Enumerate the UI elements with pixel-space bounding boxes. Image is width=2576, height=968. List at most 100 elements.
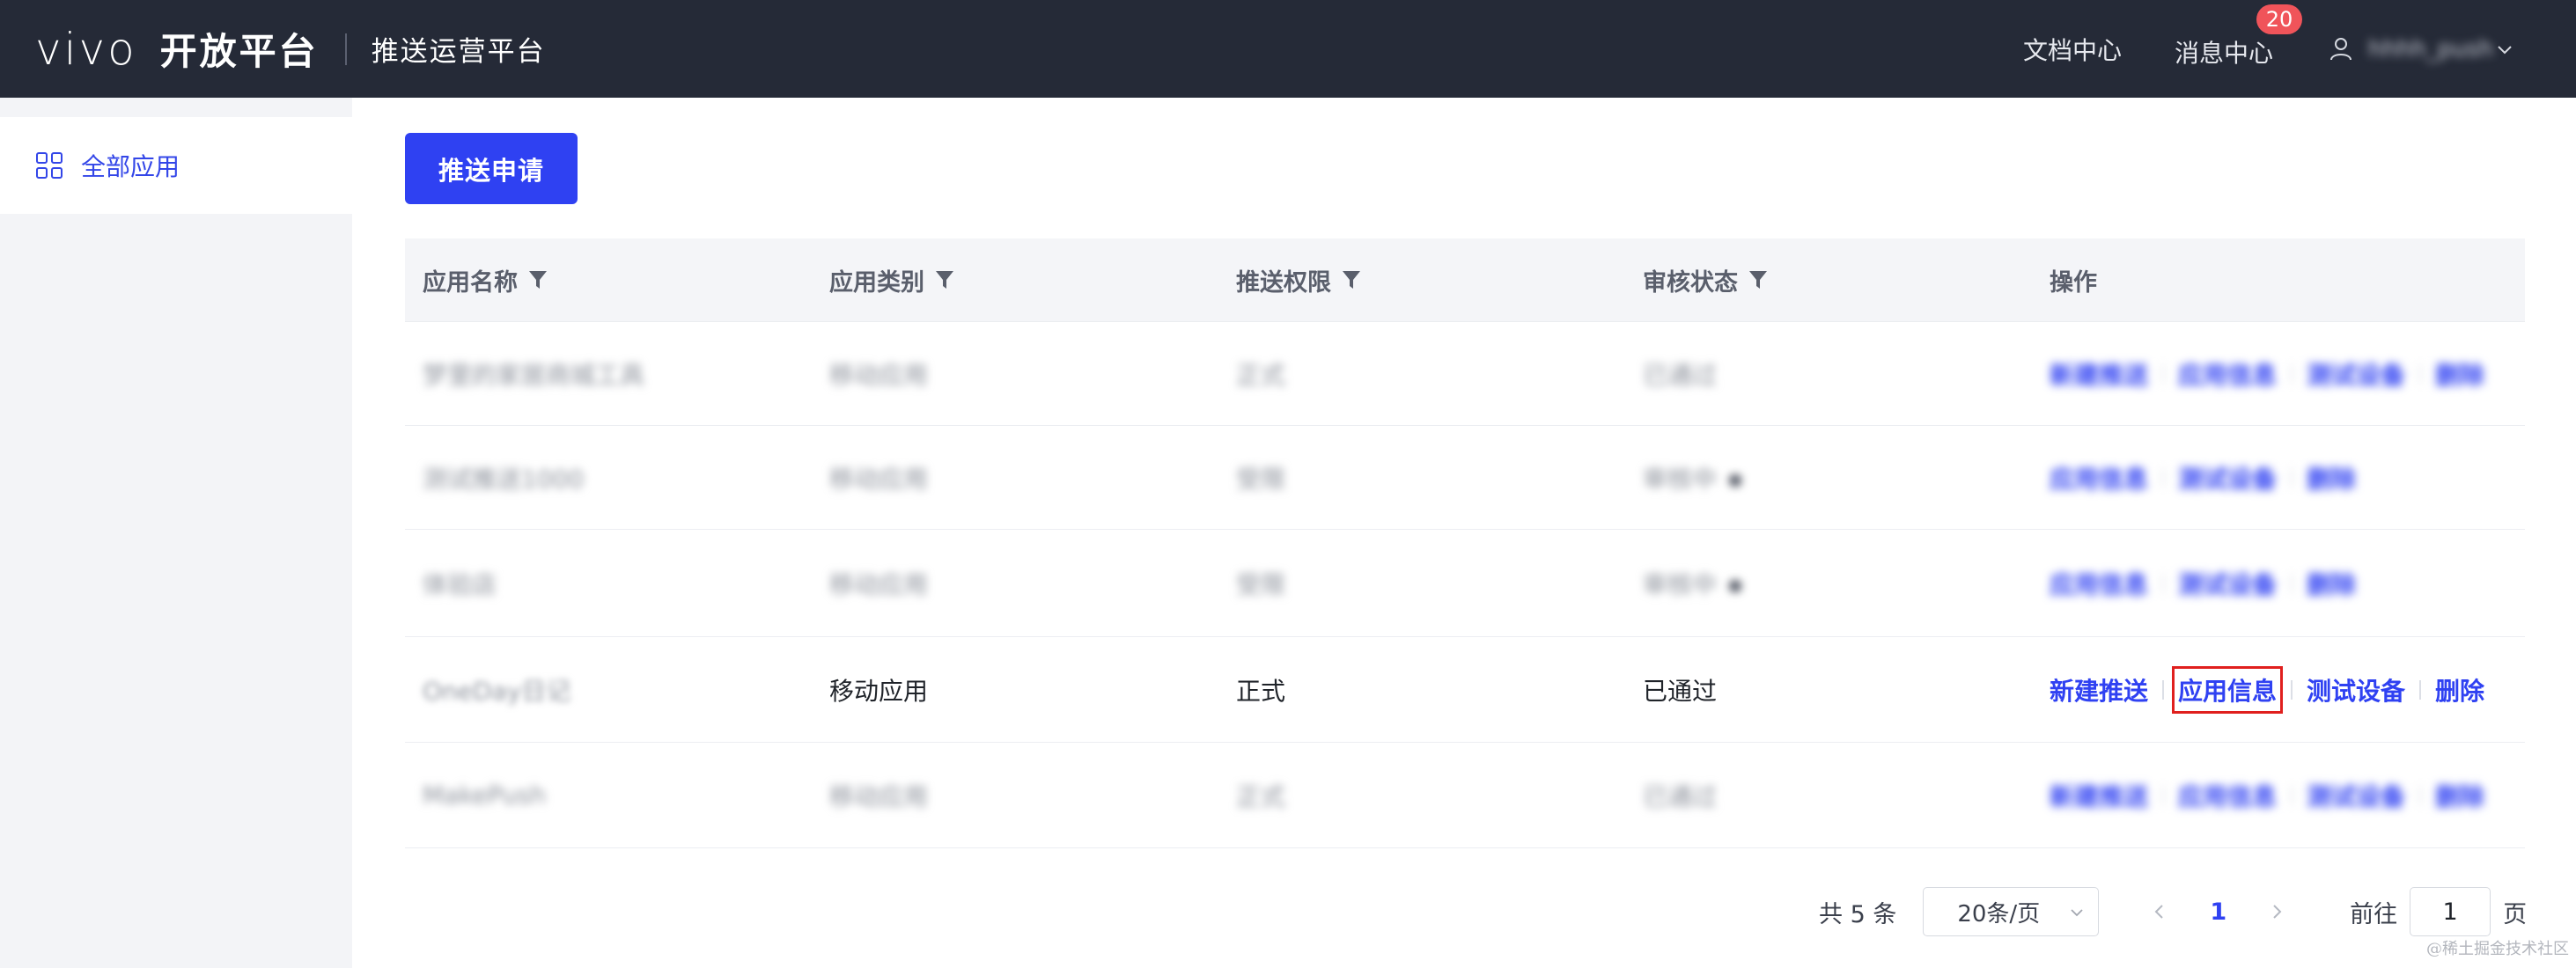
apps-table: 应用名称 应用类别 推送权限 审核状态 操作 梦里的家居商城工具 移动应用 正式…: [405, 238, 2525, 848]
platform-title: 推送运营平台: [371, 36, 546, 68]
cell-review-status: 已通过: [1643, 676, 1718, 706]
sidebar-item-all-apps[interactable]: 全部应用: [0, 117, 352, 214]
delete-link[interactable]: 删除: [2435, 356, 2484, 392]
header-label: 审核状态: [1643, 268, 1738, 297]
cell-actions: 新建推送 应用信息 测试设备 删除: [2032, 665, 2525, 714]
header-app-name: 应用名称: [405, 263, 812, 297]
status-text: 审核中: [1643, 464, 1718, 494]
cell-app-name: MakePush: [423, 781, 547, 810]
new-push-link[interactable]: 新建推送: [2050, 778, 2148, 813]
table-row: 体验店 移动应用 受限 审核中 应用信息 测试设备 删除: [405, 530, 2525, 637]
user-icon: [2330, 37, 2352, 60]
header-label: 推送权限: [1236, 268, 1331, 297]
prev-page-icon[interactable]: [2150, 902, 2169, 921]
app-info-link[interactable]: 应用信息: [2172, 665, 2284, 714]
delete-link[interactable]: 删除: [2435, 672, 2484, 708]
cell-app-category: 移动应用: [829, 360, 929, 390]
app-info-link[interactable]: 应用信息: [2178, 778, 2277, 813]
new-push-link[interactable]: 新建推送: [2050, 672, 2148, 708]
cell-app-name: 梦里的家居商城工具: [423, 360, 645, 390]
cell-review-status: 审核中: [1625, 566, 2032, 601]
test-device-link[interactable]: 测试设备: [2307, 672, 2405, 708]
action-divider: [2162, 679, 2165, 700]
push-apply-button[interactable]: 推送申请: [405, 133, 578, 204]
action-divider: [2419, 363, 2422, 384]
delete-link[interactable]: 删除: [2307, 460, 2356, 495]
delete-link[interactable]: 删除: [2435, 778, 2484, 813]
app-info-link[interactable]: 应用信息: [2050, 566, 2148, 601]
top-bar: vivo 开放平台 推送运营平台 文档中心 消息中心 20 hhhh_push: [0, 0, 2576, 98]
test-device-link[interactable]: 测试设备: [2178, 460, 2277, 495]
cell-actions: 应用信息 测试设备 删除: [2032, 566, 2525, 601]
action-divider: [2162, 573, 2165, 593]
message-count-badge: 20: [2256, 4, 2302, 34]
cell-app-name: 测试推送1000: [423, 464, 585, 494]
header-actions: 操作: [2032, 263, 2525, 297]
cell-app-category: 移动应用: [829, 569, 929, 599]
cell-push-permission: 正式: [1236, 676, 1286, 706]
new-push-link[interactable]: 新建推送: [2050, 356, 2148, 392]
status-indicator: [1729, 579, 1742, 592]
goto-page-input[interactable]: [2410, 887, 2491, 936]
action-divider: [2162, 363, 2165, 384]
page-number[interactable]: 1: [2210, 898, 2226, 926]
nav-messages-link[interactable]: 消息中心 20: [2174, 4, 2302, 70]
page-size-select[interactable]: 20条/页: [1923, 887, 2100, 936]
app-info-link[interactable]: 应用信息: [2050, 460, 2148, 495]
filter-icon[interactable]: [528, 269, 548, 290]
table-row: MakePush 移动应用 正式 已通过 新建推送 应用信息 测试设备 删除: [405, 743, 2525, 848]
nav-messages-label: 消息中心: [2174, 38, 2273, 68]
nav-docs-link[interactable]: 文档中心: [2023, 32, 2122, 67]
page-unit-label: 页: [2503, 900, 2528, 928]
cell-review-status: 已通过: [1643, 360, 1718, 390]
action-divider: [2291, 679, 2293, 700]
cell-push-permission: 受限: [1236, 569, 1286, 599]
cell-push-permission: 正式: [1236, 781, 1286, 811]
action-divider: [2291, 573, 2293, 593]
header-label: 操作: [2050, 268, 2097, 297]
grid-icon: [36, 152, 63, 179]
action-divider: [2419, 785, 2422, 805]
sidebar: 全部应用: [0, 98, 352, 968]
filter-icon[interactable]: [1748, 269, 1768, 290]
next-page-icon[interactable]: [2267, 902, 2286, 921]
action-divider: [2291, 363, 2293, 384]
vivo-logo: vivo: [35, 23, 137, 75]
status-indicator: [1729, 473, 1742, 487]
cell-push-permission: 正式: [1236, 360, 1286, 390]
watermark: @稀土掘金技术社区: [2426, 940, 2569, 958]
test-device-link[interactable]: 测试设备: [2178, 566, 2277, 601]
table-row: 测试推送1000 移动应用 受限 审核中 应用信息 测试设备 删除: [405, 426, 2525, 530]
test-device-link[interactable]: 测试设备: [2307, 356, 2405, 392]
table-row: 梦里的家居商城工具 移动应用 正式 已通过 新建推送 应用信息 测试设备 删除: [405, 322, 2525, 426]
cell-actions: 新建推送 应用信息 测试设备 删除: [2032, 778, 2525, 813]
cell-actions: 新建推送 应用信息 测试设备 删除: [2032, 356, 2525, 392]
sidebar-item-label: 全部应用: [81, 152, 180, 181]
header-label: 应用类别: [829, 268, 924, 297]
total-count: 共 5 条: [1819, 900, 1897, 928]
chevron-down-icon: [2071, 909, 2083, 917]
cell-review-status: 已通过: [1643, 781, 1718, 811]
header-app-category: 应用类别: [812, 263, 1218, 297]
action-divider: [2162, 467, 2165, 488]
app-info-link[interactable]: 应用信息: [2178, 356, 2277, 392]
cell-review-status: 审核中: [1625, 460, 2032, 495]
filter-icon[interactable]: [935, 269, 954, 290]
chevron-down-icon: [2498, 45, 2512, 54]
logo[interactable]: vivo 开放平台: [35, 0, 319, 98]
action-divider: [2162, 785, 2165, 805]
header-divider: [344, 33, 347, 65]
header-review-status: 审核状态: [1625, 263, 2032, 297]
cell-push-permission: 受限: [1236, 464, 1286, 494]
test-device-link[interactable]: 测试设备: [2307, 778, 2405, 813]
pagination: 共 5 条 20条/页 1 前往 页: [1819, 887, 2527, 936]
delete-link[interactable]: 删除: [2307, 566, 2356, 601]
brand-title: 开放平台: [159, 30, 319, 73]
cell-app-category: 移动应用: [829, 464, 929, 494]
table-header: 应用名称 应用类别 推送权限 审核状态 操作: [405, 238, 2525, 322]
page-size-value: 20条/页: [1957, 900, 2041, 928]
cell-app-category: 移动应用: [829, 781, 929, 811]
cell-actions: 应用信息 测试设备 删除: [2032, 460, 2525, 495]
filter-icon[interactable]: [1342, 269, 1361, 290]
user-menu[interactable]: hhhh_push: [2328, 36, 2514, 62]
